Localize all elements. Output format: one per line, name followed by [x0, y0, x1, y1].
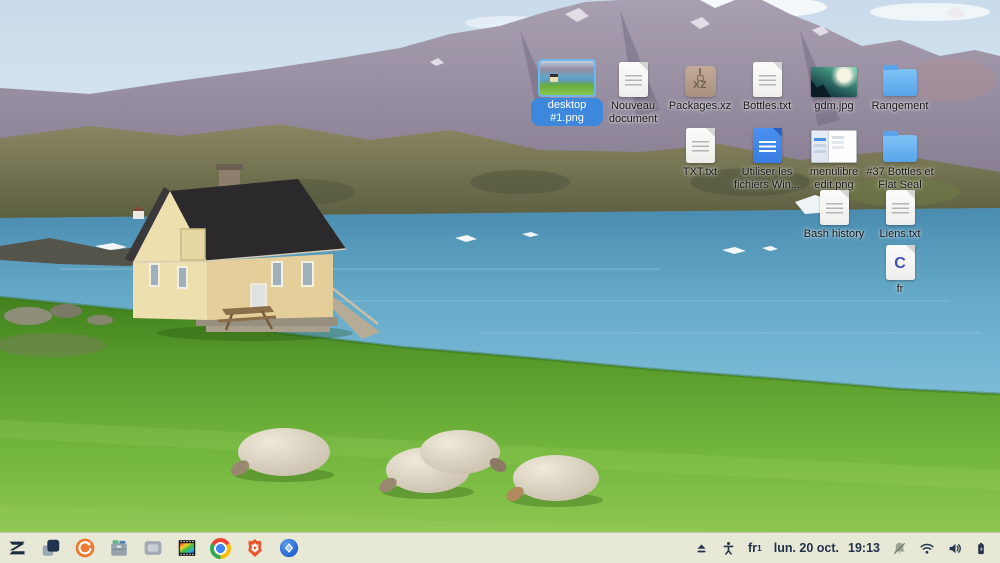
files-app-button[interactable]: [105, 535, 132, 562]
keyboard-layout-indicator[interactable]: fr1: [748, 541, 762, 555]
volume-button[interactable]: [947, 541, 962, 556]
wifi-button[interactable]: [919, 541, 935, 556]
notifications-muted-button[interactable]: [892, 541, 907, 556]
desktop-icon-liens-txt[interactable]: Liens.txt: [859, 185, 941, 241]
icon-label: Rangement: [872, 100, 929, 113]
accessibility-icon: [721, 541, 736, 556]
icon-label: Packages.xz: [669, 100, 731, 113]
archive-xz-icon: XZ: [685, 66, 716, 97]
zorin-menu-button[interactable]: [3, 535, 30, 562]
system-tray: fr1 lun. 20 oct. 19:13: [694, 541, 1000, 556]
notifications-off-icon: [892, 541, 907, 556]
icon-label: TXT.txt: [683, 166, 717, 179]
icon-label: gdm.jpg: [814, 100, 853, 113]
image-thumbnail: [540, 61, 594, 95]
c-source-file-icon: C: [886, 245, 915, 280]
brave-icon: [244, 537, 266, 559]
desktop: desktop #1.png Nouveau document XZ Packa…: [0, 0, 1000, 563]
zorin-menu-icon: [6, 537, 28, 559]
desktop-icon-fr[interactable]: C fr: [859, 240, 941, 296]
window-switcher-icon: [40, 537, 62, 559]
wifi-icon: [919, 541, 935, 556]
brave-button[interactable]: [241, 535, 268, 562]
volume-icon: [947, 541, 962, 556]
image-thumbnail: [811, 67, 857, 97]
desktop-icon-37-bottles-et-flat-seal[interactable]: #37 Bottles et Flat Seal: [859, 123, 941, 192]
document-icon: [886, 190, 915, 225]
taskbar-apps: [0, 535, 302, 562]
c-badge: C: [886, 247, 915, 280]
document-icon: [619, 62, 648, 97]
icon-label: Bottles.txt: [743, 100, 791, 113]
battery-charging-icon: [974, 541, 988, 556]
image-viewer-button[interactable]: [173, 535, 200, 562]
blue-globe-browser-icon: [278, 537, 300, 559]
image-thumbnail: [811, 130, 857, 163]
image-viewer-icon: [176, 537, 198, 559]
chrome-button[interactable]: [207, 535, 234, 562]
time-label: 19:13: [848, 541, 880, 555]
blue-globe-browser-button[interactable]: [275, 535, 302, 562]
icon-label: Bash history: [804, 228, 865, 241]
document-icon: [753, 62, 782, 97]
files-app-icon: [108, 537, 130, 559]
eject-icon: [694, 541, 709, 556]
accessibility-button[interactable]: [721, 541, 736, 556]
battery-button[interactable]: [974, 541, 988, 556]
keyboard-layout-index: 1: [757, 543, 762, 553]
software-updater-button[interactable]: [71, 535, 98, 562]
chrome-icon: [210, 538, 231, 559]
folder-icon: [883, 135, 917, 162]
icon-label: fr: [897, 283, 904, 296]
taskbar: fr1 lun. 20 oct. 19:13: [0, 532, 1000, 563]
software-updater-icon: [74, 537, 96, 559]
desktop-icons-grid: desktop #1.png Nouveau document XZ Packa…: [0, 0, 1000, 563]
clock[interactable]: lun. 20 oct. 19:13: [774, 541, 880, 555]
xz-badge: XZ: [693, 80, 707, 91]
document-icon: [686, 128, 715, 163]
date-label: lun. 20 oct.: [774, 541, 839, 555]
desktop-icon-rangement[interactable]: Rangement: [859, 57, 941, 113]
screenshot-tool-icon: [142, 537, 164, 559]
folder-icon: [883, 69, 917, 96]
screenshot-tool-button[interactable]: [139, 535, 166, 562]
keyboard-layout-label: fr: [748, 541, 757, 555]
eject-button[interactable]: [694, 541, 709, 556]
window-switcher-button[interactable]: [37, 535, 64, 562]
document-icon: [820, 190, 849, 225]
blue-document-icon: [753, 128, 782, 163]
